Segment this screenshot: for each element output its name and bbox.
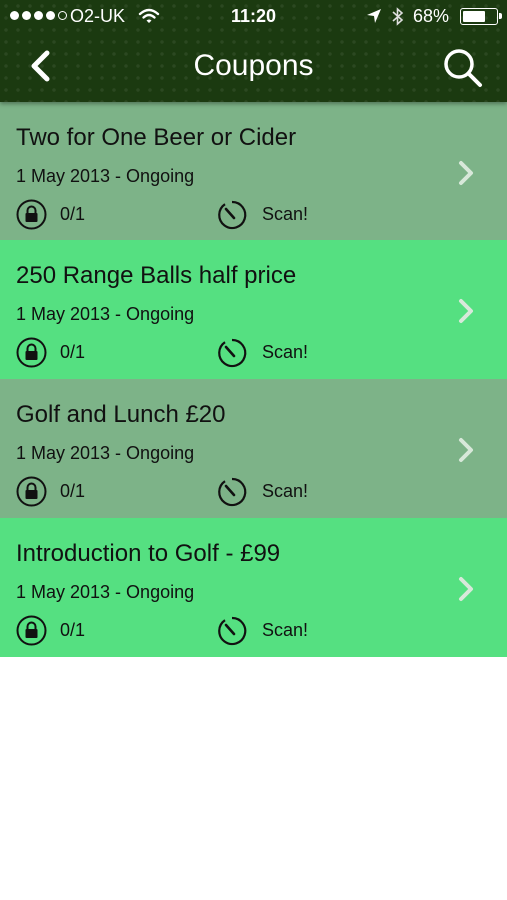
location-arrow-icon [367, 9, 381, 23]
scan-label: Scan! [262, 481, 309, 501]
coupon-title: 250 Range Balls half price [16, 262, 297, 289]
redeem-count: 0/1 [60, 204, 86, 224]
battery-percentage: 68% [413, 6, 450, 26]
bluetooth-icon [392, 7, 404, 26]
redeem-count: 0/1 [60, 342, 86, 362]
timer-icon [218, 338, 247, 368]
scan-label: Scan! [262, 204, 309, 224]
search-button[interactable] [438, 44, 486, 92]
timer-icon [218, 477, 247, 507]
status-bar: O2-UK 11:20 68% [0, 0, 507, 34]
coupon-title: Golf and Lunch £20 [16, 401, 226, 428]
chevron-right-icon [459, 577, 473, 601]
coupon-dates: 1 May 2013 - Ongoing [16, 443, 195, 463]
coupon-dates: 1 May 2013 - Ongoing [16, 582, 195, 602]
coupon-row[interactable]: Two for One Beer or Cider 1 May 2013 - O… [0, 102, 507, 240]
lock-icon [16, 615, 47, 646]
coupon-dates: 1 May 2013 - Ongoing [16, 304, 195, 324]
chevron-right-icon [459, 438, 473, 462]
scan-label: Scan! [262, 342, 309, 362]
page-title: Coupons [193, 49, 314, 82]
nav-bar: Coupons [0, 34, 507, 100]
lock-icon [16, 199, 47, 230]
chevron-right-icon [459, 299, 473, 323]
redeem-count: 0/1 [60, 620, 86, 640]
coupon-title: Two for One Beer or Cider [16, 124, 297, 151]
timer-icon [218, 616, 247, 646]
timer-icon [218, 200, 247, 230]
coupon-row[interactable]: Golf and Lunch £20 1 May 2013 - Ongoing … [0, 379, 507, 518]
coupon-title: Introduction to Golf - £99 [16, 540, 281, 567]
scan-label: Scan! [262, 620, 309, 640]
coupon-list: Two for One Beer or Cider 1 May 2013 - O… [0, 102, 507, 657]
app-header: O2-UK 11:20 68% Coupons [0, 0, 507, 102]
chevron-right-icon [459, 161, 473, 185]
coupon-row[interactable]: Introduction to Golf - £99 1 May 2013 - … [0, 518, 507, 657]
search-icon [444, 49, 482, 87]
redeem-count: 0/1 [60, 481, 86, 501]
lock-icon [16, 337, 47, 368]
lock-icon [16, 476, 47, 507]
coupon-dates: 1 May 2013 - Ongoing [16, 166, 195, 186]
battery-icon [460, 8, 502, 25]
coupon-row[interactable]: 250 Range Balls half price 1 May 2013 - … [0, 240, 507, 379]
